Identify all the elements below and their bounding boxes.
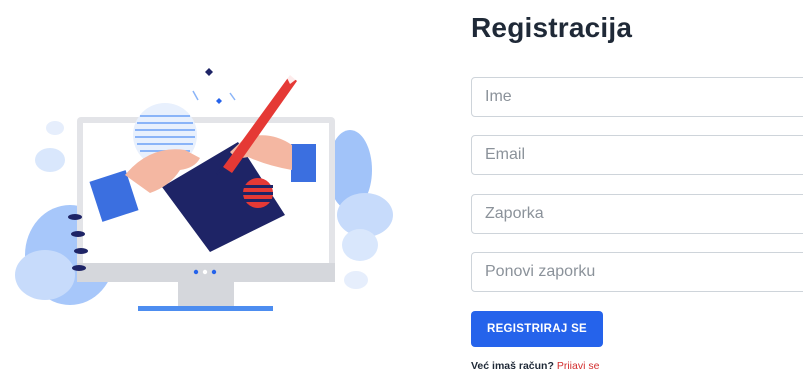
name-input[interactable] xyxy=(471,77,803,117)
password-input[interactable] xyxy=(471,194,803,234)
monitor-illustration-icon xyxy=(15,68,393,311)
email-input[interactable] xyxy=(471,135,803,175)
registration-page: Registracija REGISTRIRAJ SE Već imaš rač… xyxy=(0,0,803,369)
register-button[interactable]: REGISTRIRAJ SE xyxy=(471,311,603,347)
registration-form: Registracija REGISTRIRAJ SE Već imaš rač… xyxy=(471,0,803,369)
login-prompt-text: Već imaš račun? xyxy=(471,360,554,369)
login-prompt: Već imaš račun? Prijavi se xyxy=(471,360,599,369)
confirm-password-input[interactable] xyxy=(471,252,803,292)
registration-illustration xyxy=(0,60,400,320)
login-link[interactable]: Prijavi se xyxy=(557,360,600,369)
page-title: Registracija xyxy=(471,12,633,43)
